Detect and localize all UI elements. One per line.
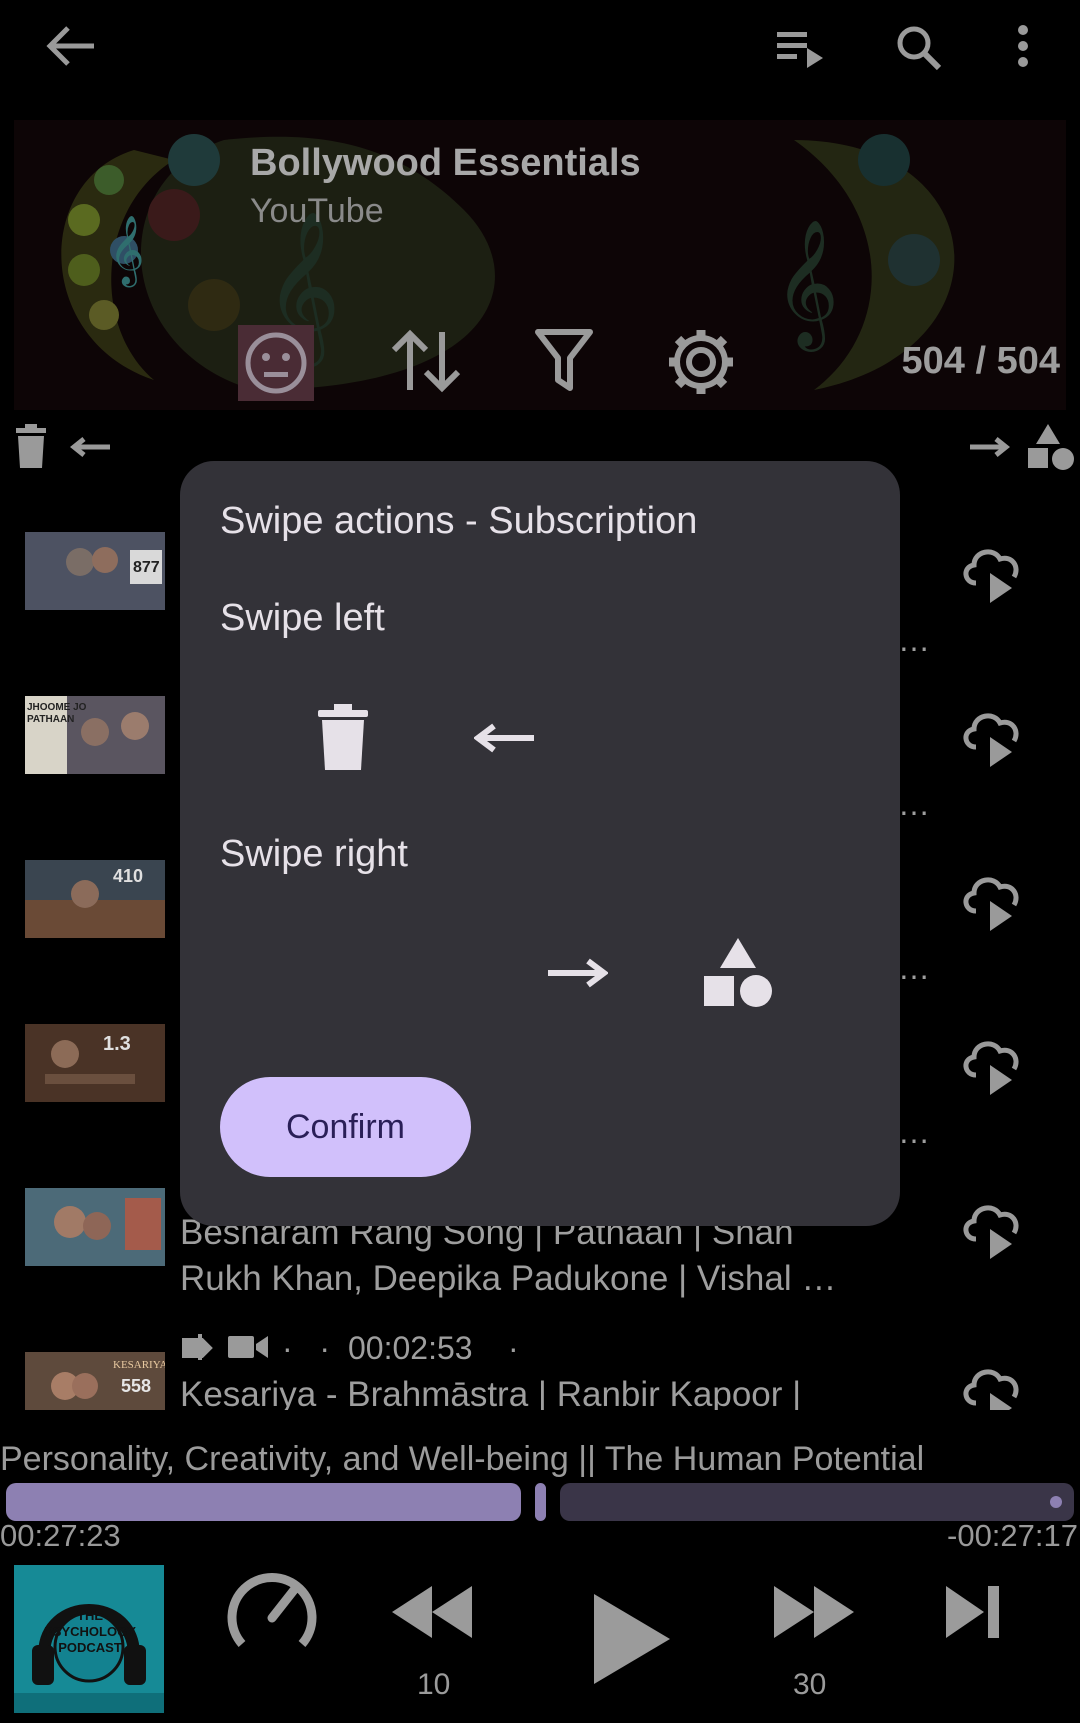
video-title-line-1[interactable]: Kesariya - Brahmāstra | Ranbir Kapoor | <box>180 1372 940 1410</box>
remaining-time: -00:27:17 <box>947 1518 1078 1553</box>
cloud-download-icon[interactable] <box>960 543 1024 605</box>
playlist-play-icon[interactable] <box>775 28 827 70</box>
cloud-download-icon[interactable] <box>960 707 1024 769</box>
cloud-download-icon[interactable] <box>960 1363 1024 1410</box>
swipe-left-label: Swipe left <box>220 597 385 639</box>
progress-remaining[interactable] <box>560 1483 1074 1521</box>
progress-end-dot <box>1050 1496 1062 1508</box>
settings-gear-icon[interactable] <box>665 326 737 398</box>
video-thumbnail[interactable]: JHOOME JO PATHAAN <box>25 696 165 774</box>
svg-text:KESARIYA: KESARIYA <box>113 1359 165 1371</box>
search-icon[interactable] <box>895 24 943 72</box>
neutral-face-icon <box>245 332 307 394</box>
forward-seconds: 30 <box>793 1668 827 1701</box>
row-ellipsis: … <box>898 950 930 986</box>
row-ellipsis: … <box>898 786 930 822</box>
svg-text:1.3: 1.3 <box>103 1033 131 1055</box>
play-icon[interactable] <box>592 1592 672 1686</box>
video-thumbnail[interactable]: 877 <box>25 532 165 610</box>
cloud-download-icon[interactable] <box>960 1199 1024 1261</box>
shapes-icon <box>1026 422 1076 472</box>
back-arrow-icon[interactable] <box>44 24 96 68</box>
filter-icon[interactable] <box>534 328 594 394</box>
row-ellipsis: … <box>898 1114 930 1150</box>
svg-text:877: 877 <box>133 559 160 576</box>
item-count: 504 / 504 <box>901 340 1060 382</box>
shapes-category-icon[interactable] <box>702 936 774 1010</box>
video-title-line-2[interactable]: Rukh Khan, Deepika Padukone | Vishal … <box>180 1256 940 1302</box>
arrow-left-icon <box>70 436 112 458</box>
svg-text:𝄞: 𝄞 <box>109 215 144 287</box>
video-thumbnail[interactable]: 1.3 <box>25 1024 165 1102</box>
trash-icon <box>14 424 48 470</box>
playback-speed-icon[interactable] <box>224 1568 320 1654</box>
svg-text:558: 558 <box>121 1376 151 1396</box>
video-thumbnail[interactable]: KESARIYA 558 <box>25 1352 165 1410</box>
svg-text:JHOOME JO: JHOOME JO <box>27 702 87 713</box>
cloud-download-icon[interactable] <box>960 871 1024 933</box>
top-app-bar <box>0 0 1080 100</box>
sort-icon[interactable] <box>390 328 462 394</box>
video-camera-icon <box>228 1334 268 1360</box>
podcast-art-text: THE PSYCHOLOGY PODCAST <box>44 1608 136 1655</box>
svg-text:PATHAAN: PATHAAN <box>27 714 74 725</box>
arrow-right-icon <box>968 436 1010 458</box>
mood-button[interactable] <box>238 325 314 401</box>
fast-forward-icon[interactable] <box>772 1584 856 1640</box>
swipe-right-label: Swipe right <box>220 833 408 875</box>
progress-thumb[interactable] <box>535 1483 546 1521</box>
video-thumbnail[interactable] <box>25 1188 165 1266</box>
confirm-button[interactable]: Confirm <box>220 1077 471 1177</box>
elapsed-time: 00:27:23 <box>0 1518 121 1553</box>
progress-played[interactable] <box>6 1483 521 1521</box>
skip-next-icon[interactable] <box>944 1584 1002 1640</box>
arrow-right-icon[interactable] <box>546 957 608 989</box>
dialog-title: Swipe actions - Subscription <box>220 500 698 542</box>
playlist-title: Bollywood Essentials <box>250 142 641 184</box>
cloud-download-icon[interactable] <box>960 1035 1024 1097</box>
video-duration: 00:02:53 <box>348 1330 473 1366</box>
now-playing-title: Personality, Creativity, and Well-being … <box>0 1440 925 1478</box>
video-thumbnail[interactable]: 410 <box>25 860 165 938</box>
more-vertical-icon[interactable] <box>1016 24 1030 68</box>
subscription-icon <box>182 1332 220 1362</box>
rewind-icon[interactable] <box>390 1584 474 1640</box>
rewind-seconds: 10 <box>417 1668 451 1701</box>
meta-dot: · <box>508 1330 519 1366</box>
arrow-left-icon[interactable] <box>474 722 536 754</box>
playlist-source: YouTube <box>250 192 384 230</box>
meta-dots: · · <box>282 1330 330 1366</box>
svg-text:𝄞: 𝄞 <box>774 218 839 352</box>
row-ellipsis: … <box>898 622 930 658</box>
svg-text:410: 410 <box>113 866 143 886</box>
delete-trash-icon[interactable] <box>318 704 368 772</box>
